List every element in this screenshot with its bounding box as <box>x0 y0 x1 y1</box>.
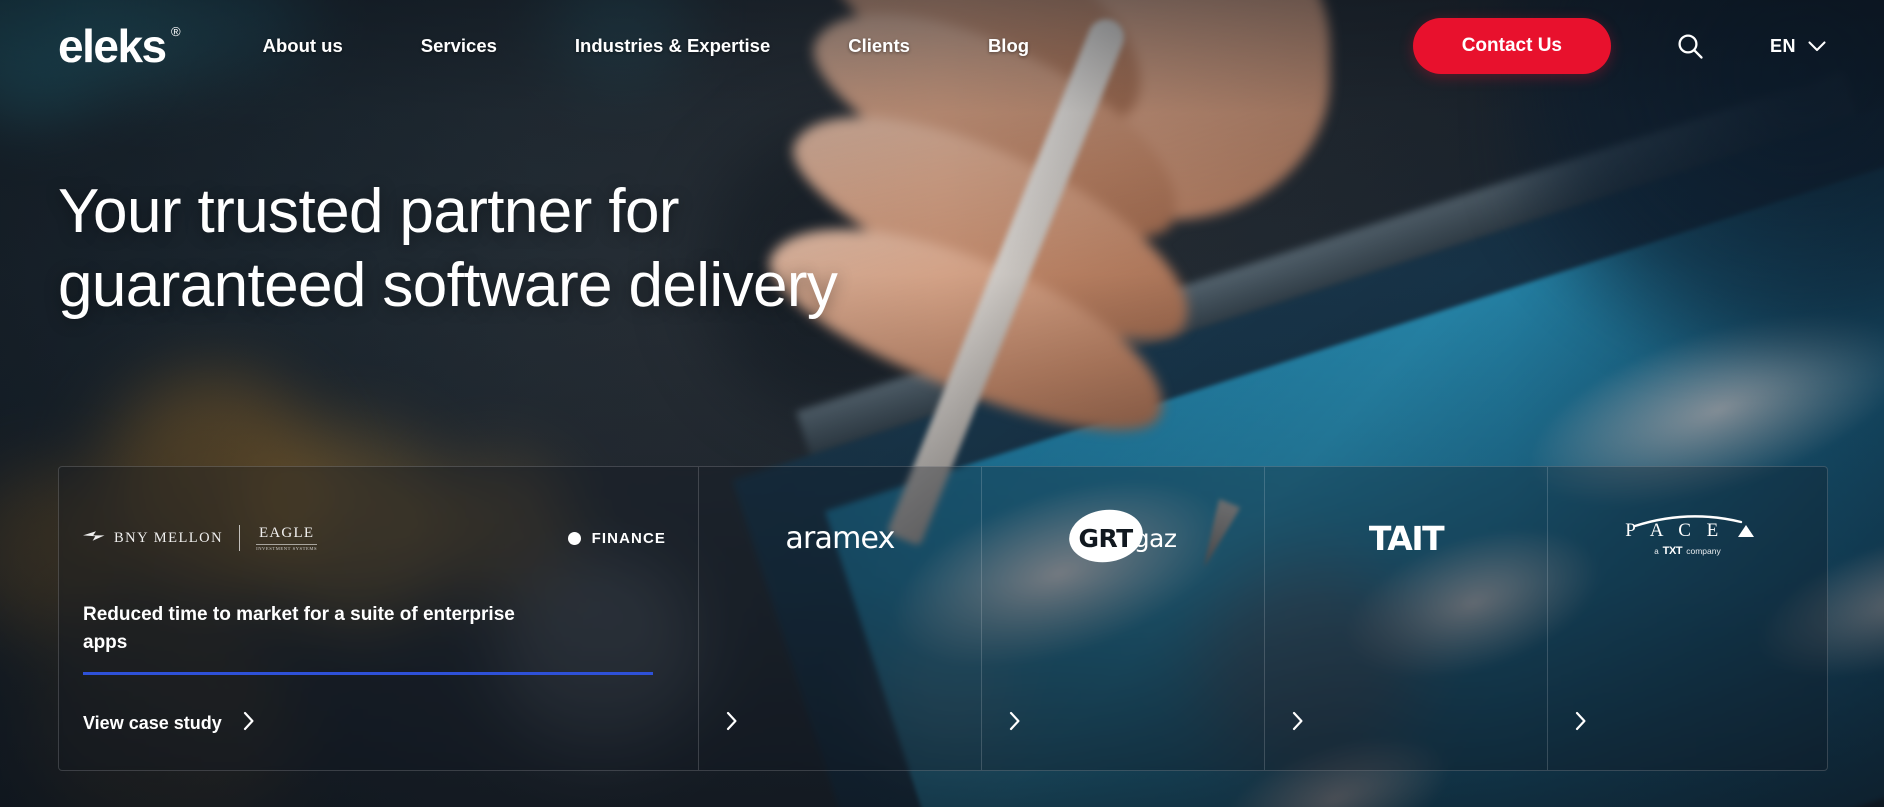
case-card-bny-mellon[interactable]: BNY MELLON EAGLE INVESTMENT SYSTEMS FINA… <box>59 467 699 770</box>
case-card-logo-row: P A C E a TXT company <box>1548 503 1827 573</box>
nav-item-blog[interactable]: Blog <box>949 27 1068 65</box>
page-title: Your trusted partner for guaranteed softw… <box>58 175 838 323</box>
nav-item-services[interactable]: Services <box>382 27 536 65</box>
view-case-study-label: View case study <box>83 713 222 733</box>
txt-wordmark: TXT <box>1662 544 1683 557</box>
logo-divider <box>239 525 241 551</box>
grt-wordmark: GRT <box>1078 523 1133 553</box>
chevron-down-icon <box>1808 36 1826 57</box>
pace-tagline: a TXT company <box>1654 545 1721 557</box>
nav-item-about-us[interactable]: About us <box>224 27 382 65</box>
case-card-grtgaz[interactable]: GRT gaz <box>982 467 1265 770</box>
pace-arc-icon <box>1633 512 1743 533</box>
case-card-pace[interactable]: P A C E a TXT company <box>1548 467 1827 770</box>
case-card-cta[interactable]: View case study <box>83 711 674 770</box>
case-card-logo-row: aramex <box>699 503 981 573</box>
case-card-title: Reduced time to market for a suite of en… <box>83 604 515 653</box>
case-card-cta[interactable] <box>982 711 1264 770</box>
case-card-tait[interactable]: TAIT <box>1265 467 1548 770</box>
chevron-right-icon <box>726 711 738 736</box>
chevron-right-icon <box>1575 711 1587 736</box>
hero-section: Your trusted partner for guaranteed softw… <box>58 175 838 323</box>
case-card-aramex[interactable]: aramex <box>699 467 982 770</box>
main-navigation: About us Services Industries & Expertise… <box>224 27 1068 65</box>
grtgaz-logo: GRT gaz <box>1066 505 1177 567</box>
tait-logo: TAIT <box>1368 518 1445 558</box>
case-card-logo-row: TAIT <box>1265 503 1547 573</box>
bny-mellon-eagle-logo: BNY MELLON EAGLE INVESTMENT SYSTEMS <box>83 525 318 551</box>
case-card-logo-row: BNY MELLON EAGLE INVESTMENT SYSTEMS FINA… <box>83 503 674 573</box>
industry-tag-finance: FINANCE <box>567 529 666 547</box>
gaz-wordmark: gaz <box>1133 523 1177 553</box>
case-card-logo-row: GRT gaz <box>982 503 1264 573</box>
language-selector[interactable]: EN <box>1770 36 1826 57</box>
industry-tag-label: FINANCE <box>591 529 666 547</box>
eagle-wordmark: EAGLE <box>259 525 315 541</box>
pace-tagline-company: company <box>1686 545 1721 556</box>
case-card-cta[interactable] <box>1265 711 1547 770</box>
eagle-tagline: INVESTMENT SYSTEMS <box>256 544 318 551</box>
registered-trademark-icon: ® <box>171 24 181 39</box>
chevron-right-icon <box>1009 711 1021 736</box>
aramex-logo: aramex <box>785 520 895 556</box>
bullet-dot-icon <box>567 531 581 545</box>
search-icon[interactable] <box>1673 29 1707 63</box>
case-progress-track <box>83 672 653 675</box>
case-card-cta[interactable] <box>1548 711 1827 770</box>
case-card-cta[interactable] <box>699 711 981 770</box>
page-root: eleks ® About us Services Industries & Ex… <box>0 0 1884 807</box>
headline-line-2: guaranteed software delivery <box>58 250 838 320</box>
case-studies-panel: BNY MELLON EAGLE INVESTMENT SYSTEMS FINA… <box>58 466 1828 771</box>
contact-us-button[interactable]: Contact Us <box>1412 18 1611 74</box>
headline-line-1: Your trusted partner for <box>58 177 679 246</box>
nav-item-industries-expertise[interactable]: Industries & Expertise <box>536 27 809 65</box>
pace-tagline-a: a <box>1654 546 1659 556</box>
site-header: eleks ® About us Services Industries & Ex… <box>0 0 1884 92</box>
chevron-right-icon <box>1292 711 1304 736</box>
pace-txt-logo: P A C E a TXT company <box>1621 514 1754 557</box>
language-current-label: EN <box>1769 35 1796 56</box>
header-actions: Contact Us EN <box>1412 18 1826 74</box>
logo-wordmark: eleks <box>58 20 167 72</box>
chevron-right-icon <box>243 711 255 736</box>
eagle-sublogo: EAGLE INVESTMENT SYSTEMS <box>256 525 318 551</box>
bny-mellon-wordmark: BNY MELLON <box>114 529 224 546</box>
nav-item-clients[interactable]: Clients <box>809 27 949 65</box>
case-progress-bar <box>83 672 653 675</box>
eleks-logo[interactable]: eleks ® <box>58 20 181 72</box>
bny-bird-icon <box>83 529 105 547</box>
